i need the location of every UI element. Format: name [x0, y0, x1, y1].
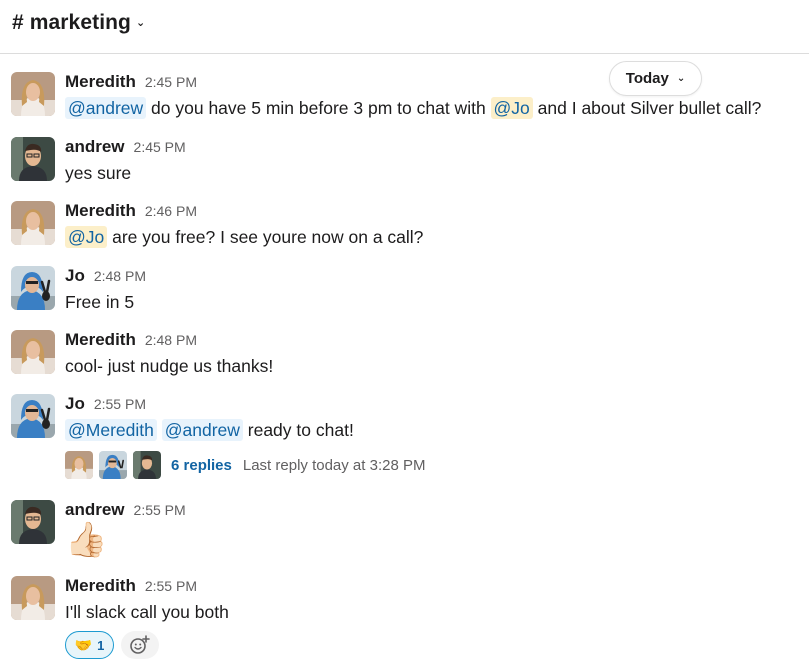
day-divider-label: Today: [625, 70, 669, 87]
avatar-andrew[interactable]: [11, 137, 55, 181]
text-fragment: do you have 5 min before 3 pm to chat wi…: [146, 98, 491, 118]
author-name[interactable]: Meredith: [65, 576, 136, 596]
chevron-down-icon: ⌄: [135, 16, 146, 29]
user-mention[interactable]: @andrew: [161, 419, 243, 441]
text-fragment: ready to chat!: [242, 420, 354, 440]
message-text: Free in 5: [65, 292, 135, 312]
message-text: cool- just nudge us thanks!: [65, 356, 274, 376]
author-name[interactable]: Meredith: [65, 201, 136, 221]
user-mention[interactable]: @Jo: [490, 97, 533, 119]
reaction-count: 1: [97, 637, 105, 653]
reaction-handshake[interactable]: 🤝 1: [65, 631, 114, 659]
avatar-jo[interactable]: [11, 394, 55, 438]
day-divider-button[interactable]: Today ⌄: [609, 61, 702, 96]
add-emoji-icon: [130, 635, 150, 654]
user-mention[interactable]: @Meredith: [65, 419, 157, 441]
timestamp[interactable]: 2:55 PM: [134, 502, 186, 518]
timestamp[interactable]: 2:55 PM: [145, 578, 197, 594]
user-mention[interactable]: @Jo: [65, 226, 108, 248]
timestamp[interactable]: 2:48 PM: [94, 268, 146, 284]
avatar-jo[interactable]: [11, 266, 55, 310]
avatar-andrew[interactable]: [11, 500, 55, 544]
thread-last-reply: Last reply today at 3:28 PM: [242, 456, 426, 474]
timestamp[interactable]: 2:46 PM: [145, 203, 197, 219]
avatar-meredith[interactable]: [11, 576, 55, 620]
thread-avatar-meredith: [65, 451, 93, 479]
thumbs-up-emoji: 👍🏻: [65, 521, 108, 559]
text-fragment: are you free? I see youre now on a call?: [107, 227, 424, 247]
avatar-meredith[interactable]: [11, 330, 55, 374]
author-name[interactable]: Jo: [65, 266, 85, 286]
message-text: @andrew do you have 5 min before 3 pm to…: [65, 97, 762, 119]
timestamp[interactable]: 2:55 PM: [94, 396, 146, 412]
chevron-down-icon: ⌄: [676, 73, 686, 84]
avatar-meredith[interactable]: [11, 72, 55, 116]
message-text: yes sure: [65, 163, 132, 183]
author-name[interactable]: Meredith: [65, 72, 136, 92]
add-reaction-button[interactable]: [121, 631, 159, 659]
channel-name-button[interactable]: # marketing ⌄: [12, 11, 145, 35]
author-name[interactable]: Jo: [65, 394, 85, 414]
user-mention[interactable]: @andrew: [65, 97, 147, 119]
thread-avatar-andrew: [133, 451, 161, 479]
timestamp[interactable]: 2:48 PM: [145, 332, 197, 348]
avatar-meredith[interactable]: [11, 201, 55, 245]
channel-name: # marketing: [12, 11, 131, 34]
message-text: I'll slack call you both: [65, 602, 229, 622]
channel-header: # marketing ⌄: [0, 0, 809, 54]
timestamp[interactable]: 2:45 PM: [145, 74, 197, 90]
text-fragment: [157, 420, 162, 440]
message-text: @Meredith @andrew ready to chat!: [65, 419, 354, 441]
thread-summary[interactable]: 6 replies Last reply today at 3:28 PM: [65, 450, 425, 480]
handshake-emoji: 🤝: [74, 636, 93, 653]
author-name[interactable]: andrew: [65, 500, 125, 520]
author-name[interactable]: Meredith: [65, 330, 136, 350]
thread-avatar-jo: [99, 451, 127, 479]
thread-reply-count[interactable]: 6 replies: [171, 457, 232, 474]
message-text: @Jo are you free? I see youre now on a c…: [65, 226, 424, 248]
timestamp[interactable]: 2:45 PM: [134, 139, 186, 155]
author-name[interactable]: andrew: [65, 137, 125, 157]
text-fragment: and I about Silver bullet call?: [532, 98, 762, 118]
